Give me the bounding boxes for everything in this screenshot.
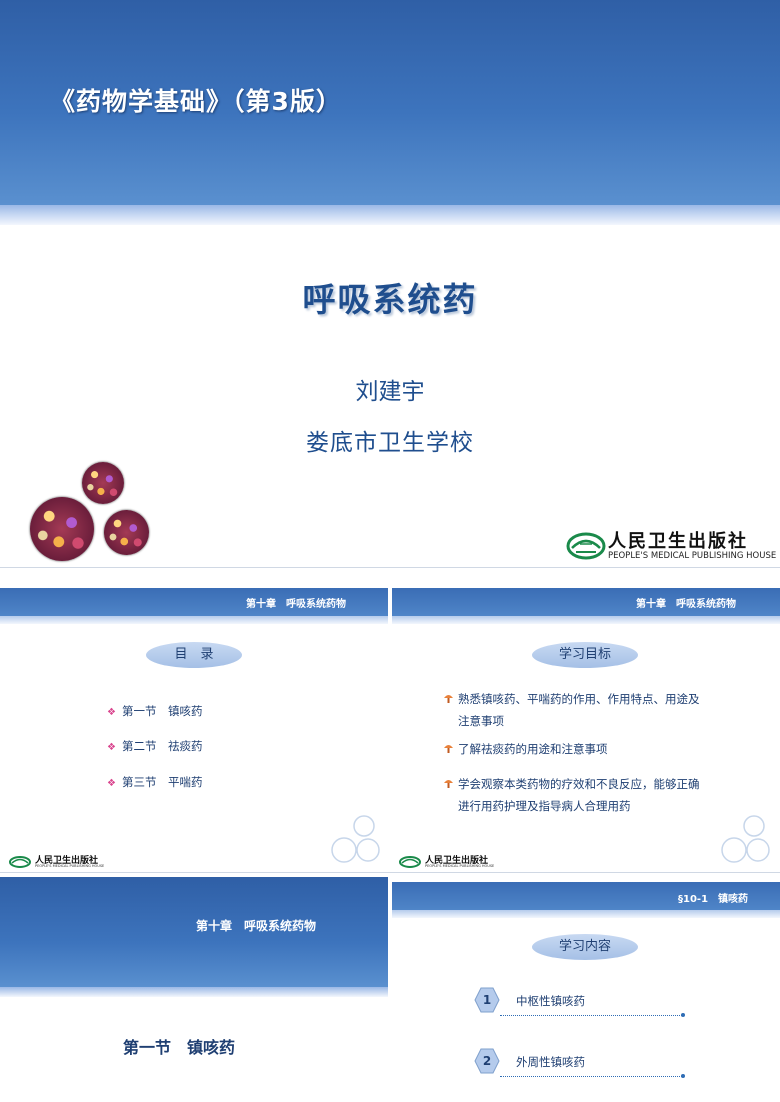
objective-line: 学会观察本类药物的疗效和不良反应，能够正确 — [458, 777, 700, 791]
toc-slide: 第十章 呼吸系统药物 目 录 ❖ 第一节 镇咳药 ❖ 第二节 祛痰药 ❖ 第三节 平喘… — [0, 570, 388, 868]
molecule-decoration-icon — [331, 815, 380, 863]
toc-item-label: 第二节 祛痰药 — [121, 739, 203, 753]
publisher-name-en: PEOPLE'S MEDICAL PUBLISHING HOUSE — [608, 551, 777, 561]
chapter-header-band — [0, 616, 388, 624]
diamond-bullet-icon: ❖ — [107, 778, 116, 789]
pill-beads-image — [30, 497, 94, 561]
item-number: 2 — [482, 1054, 492, 1068]
slide-divider — [0, 567, 780, 568]
publisher-name-cn: 人民卫生出版社 — [608, 531, 748, 552]
objective-item: 学会观察本类药物的疗效和不良反应，能够正确 进行用药护理及指导病人合理用药 — [444, 773, 778, 817]
title-header-band — [0, 205, 780, 225]
title-slide: 《药物学基础》（第3版） 呼吸系统药 刘建宇 娄底市卫生学校 人民卫生出版社 P… — [0, 0, 780, 565]
dotted-underline — [500, 1076, 682, 1077]
content-item-label: 中枢性镇咳药 — [516, 994, 585, 1008]
item-number: 1 — [482, 993, 492, 1007]
mushroom-bullet-icon — [444, 695, 453, 703]
publisher-logo-icon — [9, 856, 31, 868]
toc-item[interactable]: ❖ 第一节 镇咳药 — [107, 703, 202, 719]
objective-item: 熟悉镇咳药、平喘药的作用、作用特点、用途及 注意事项 — [444, 688, 778, 732]
content-item[interactable]: 1 中枢性镇咳药 — [474, 987, 694, 1017]
toc-item[interactable]: ❖ 第三节 平喘药 — [107, 774, 202, 790]
mushroom-bullet-icon — [444, 780, 453, 788]
diamond-bullet-icon: ❖ — [107, 742, 116, 753]
toc-item-label: 第一节 镇咳药 — [121, 704, 203, 718]
section-header-band — [0, 987, 388, 997]
content-item[interactable]: 2 外周性镇咳药 — [474, 1048, 694, 1078]
toc-pill-heading: 目 录 — [146, 642, 242, 668]
molecule-decoration-icon — [721, 815, 770, 863]
chapter-header-band — [392, 616, 780, 624]
objective-line: 注意事项 — [458, 714, 504, 728]
toc-item-label: 第三节 平喘药 — [121, 775, 203, 789]
publisher-name-en: PEOPLE'S MEDICAL PUBLISHING HOUSE — [35, 864, 105, 868]
dotted-line-end — [681, 1013, 685, 1017]
diamond-bullet-icon: ❖ — [107, 707, 116, 718]
content-pill-heading: 学习内容 — [532, 934, 638, 960]
dotted-underline — [500, 1015, 682, 1016]
section-header-banner — [0, 877, 388, 987]
section-header-band — [392, 910, 780, 918]
section-title: 第一节 镇咳药 — [123, 1038, 236, 1057]
author-name: 刘建宇 — [355, 379, 425, 405]
section-header-label: §10-1 镇咳药 — [678, 894, 749, 905]
objective-item: 了解祛痰药的用途和注意事项 — [444, 738, 778, 760]
school-name: 娄底市卫生学校 — [306, 430, 474, 456]
chapter-header-label: 第十章 呼吸系统药物 — [246, 599, 346, 610]
book-title: 《药物学基础》（第3版） — [50, 87, 342, 116]
slide-topic-title: 呼吸系统药 — [302, 280, 478, 319]
pill-beads-image — [104, 510, 149, 555]
objective-line: 了解祛痰药的用途和注意事项 — [458, 742, 608, 756]
section-slide: 第十章 呼吸系统药物 第一节 镇咳药 — [0, 877, 388, 1102]
content-slide: §10-1 镇咳药 学习内容 1 中枢性镇咳药 2 外周性镇咳药 — [392, 877, 780, 1102]
dotted-line-end — [681, 1074, 685, 1078]
objectives-slide: 第十章 呼吸系统药物 学习目标 熟悉镇咳药、平喘药的作用、作用特点、用途及 注意… — [392, 570, 780, 868]
publisher-name-en: PEOPLE'S MEDICAL PUBLISHING HOUSE — [425, 864, 495, 868]
toc-item[interactable]: ❖ 第二节 祛痰药 — [107, 738, 202, 754]
objectives-pill-heading: 学习目标 — [532, 642, 638, 668]
publisher-logo-icon — [566, 532, 606, 560]
chapter-header-label: 第十章 呼吸系统药物 — [636, 599, 736, 610]
slide-divider — [0, 872, 780, 873]
chapter-title: 第十章 呼吸系统药物 — [196, 919, 317, 933]
objective-line: 熟悉镇咳药、平喘药的作用、作用特点、用途及 — [458, 692, 700, 706]
publisher-logo-icon — [399, 856, 421, 868]
pill-beads-image — [82, 462, 124, 504]
content-item-label: 外周性镇咳药 — [516, 1055, 585, 1069]
mushroom-bullet-icon — [444, 745, 453, 753]
